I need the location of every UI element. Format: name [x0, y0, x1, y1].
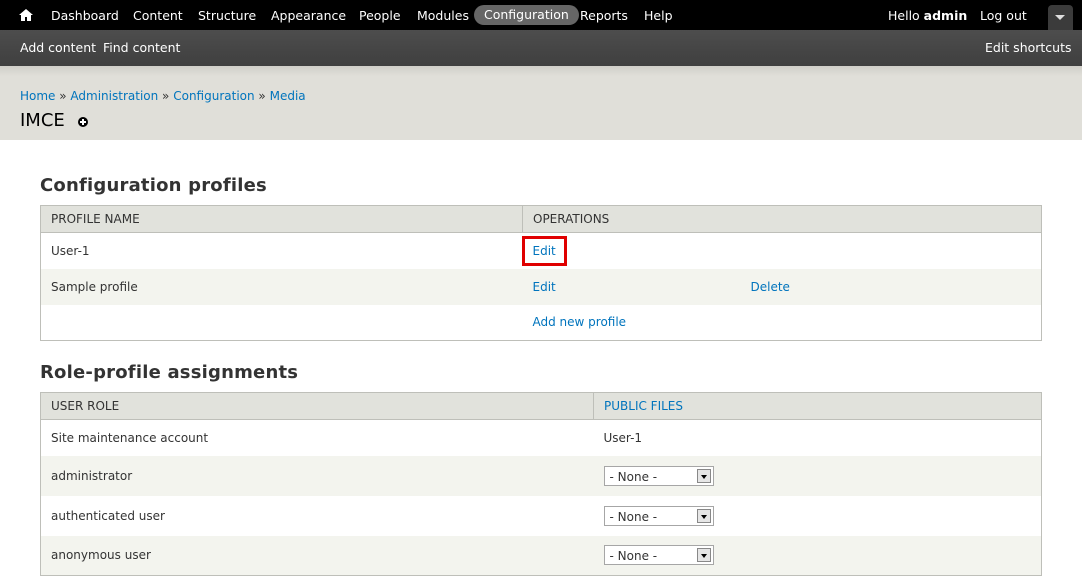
menu-help[interactable]: Help [644, 0, 673, 30]
page-header: Home » Administration » Configuration » … [0, 66, 1082, 140]
profile-name: User-1 [40, 232, 523, 269]
profile-select[interactable]: - None - [603, 505, 714, 526]
breadcrumb-media[interactable]: Media [270, 89, 306, 103]
assignments-heading: Role-profile assignments [40, 362, 299, 383]
add-shortcut-icon[interactable] [78, 117, 88, 127]
select-value: - None - [609, 549, 658, 564]
table-header-row: PROFILE NAME OPERATIONS [40, 205, 1042, 233]
breadcrumb: Home » Administration » Configuration » … [20, 89, 306, 103]
table-row: User-1 Edit [40, 232, 1042, 269]
table-row: administrator - None - [40, 455, 1042, 496]
user-greeting: Hello admin [888, 0, 967, 31]
profile-name: Sample profile [40, 268, 523, 305]
assigned-profile: User-1 [593, 419, 1042, 456]
select-value: - None - [609, 469, 658, 484]
toggle-shortcuts-button[interactable] [1048, 5, 1073, 30]
dropdown-arrow-icon [696, 468, 711, 483]
table-row: Sample profile Edit Delete [40, 268, 1042, 305]
role-name: Site maintenance account [40, 419, 594, 456]
add-new-profile-link[interactable]: Add new profile [533, 315, 627, 329]
column-profile-name: PROFILE NAME [40, 205, 523, 233]
table-row: Site maintenance account User-1 [40, 419, 1042, 456]
edit-profile-link[interactable]: Edit [533, 280, 556, 294]
admin-toolbar: Dashboard Content Structure Appearance P… [0, 0, 1082, 30]
dropdown-arrow-icon [696, 548, 711, 563]
menu-people[interactable]: People [359, 0, 401, 30]
breadcrumb-home[interactable]: Home [20, 89, 55, 103]
column-operations: OPERATIONS [522, 205, 1042, 233]
assignments-table: USER ROLE PUBLIC FILES Site maintenance … [40, 392, 1042, 576]
edit-shortcuts-link[interactable]: Edit shortcuts [985, 30, 1072, 66]
breadcrumb-administration[interactable]: Administration [70, 89, 158, 103]
breadcrumb-separator: » [254, 89, 270, 103]
breadcrumb-configuration[interactable]: Configuration [173, 89, 254, 103]
menu-structure[interactable]: Structure [198, 0, 256, 30]
dropdown-arrow-icon [696, 508, 711, 523]
table-row: authenticated user - None - [40, 495, 1042, 536]
delete-profile-link[interactable]: Delete [751, 280, 790, 294]
menu-dashboard[interactable]: Dashboard [51, 0, 119, 30]
column-user-role: USER ROLE [40, 392, 594, 420]
public-files-header-link[interactable]: PUBLIC FILES [604, 399, 683, 413]
empty-cell [40, 304, 523, 341]
table-header-row: USER ROLE PUBLIC FILES [40, 392, 1042, 420]
shortcut-add-content[interactable]: Add content [20, 30, 96, 66]
empty-cell [740, 232, 1042, 269]
greeting-text: Hello [888, 8, 924, 23]
role-name: administrator [40, 455, 594, 496]
select-value: - None - [609, 509, 658, 524]
logout-link[interactable]: Log out [980, 0, 1027, 31]
edit-profile-link[interactable]: Edit [533, 244, 556, 258]
page-title: IMCE [20, 110, 65, 131]
breadcrumb-separator: » [55, 89, 71, 103]
breadcrumb-separator: » [158, 89, 174, 103]
menu-content[interactable]: Content [133, 0, 183, 30]
shortcut-find-content[interactable]: Find content [103, 30, 180, 66]
username[interactable]: admin [924, 8, 968, 23]
profile-select[interactable]: - None - [603, 465, 714, 486]
role-name: authenticated user [40, 495, 594, 536]
profiles-heading: Configuration profiles [40, 175, 267, 196]
menu-reports[interactable]: Reports [580, 0, 628, 30]
highlight-box: Edit [521, 235, 567, 266]
profiles-table: PROFILE NAME OPERATIONS User-1 Edit Samp… [40, 205, 1042, 341]
menu-appearance[interactable]: Appearance [271, 0, 346, 30]
column-public-files[interactable]: PUBLIC FILES [593, 392, 1042, 420]
menu-modules[interactable]: Modules [417, 0, 469, 30]
shortcuts-bar: Add content Find content Edit shortcuts [0, 30, 1082, 66]
home-icon[interactable] [18, 7, 34, 23]
menu-configuration[interactable]: Configuration [474, 5, 579, 25]
table-row: Add new profile [40, 304, 1042, 341]
profile-select[interactable]: - None - [603, 545, 714, 566]
